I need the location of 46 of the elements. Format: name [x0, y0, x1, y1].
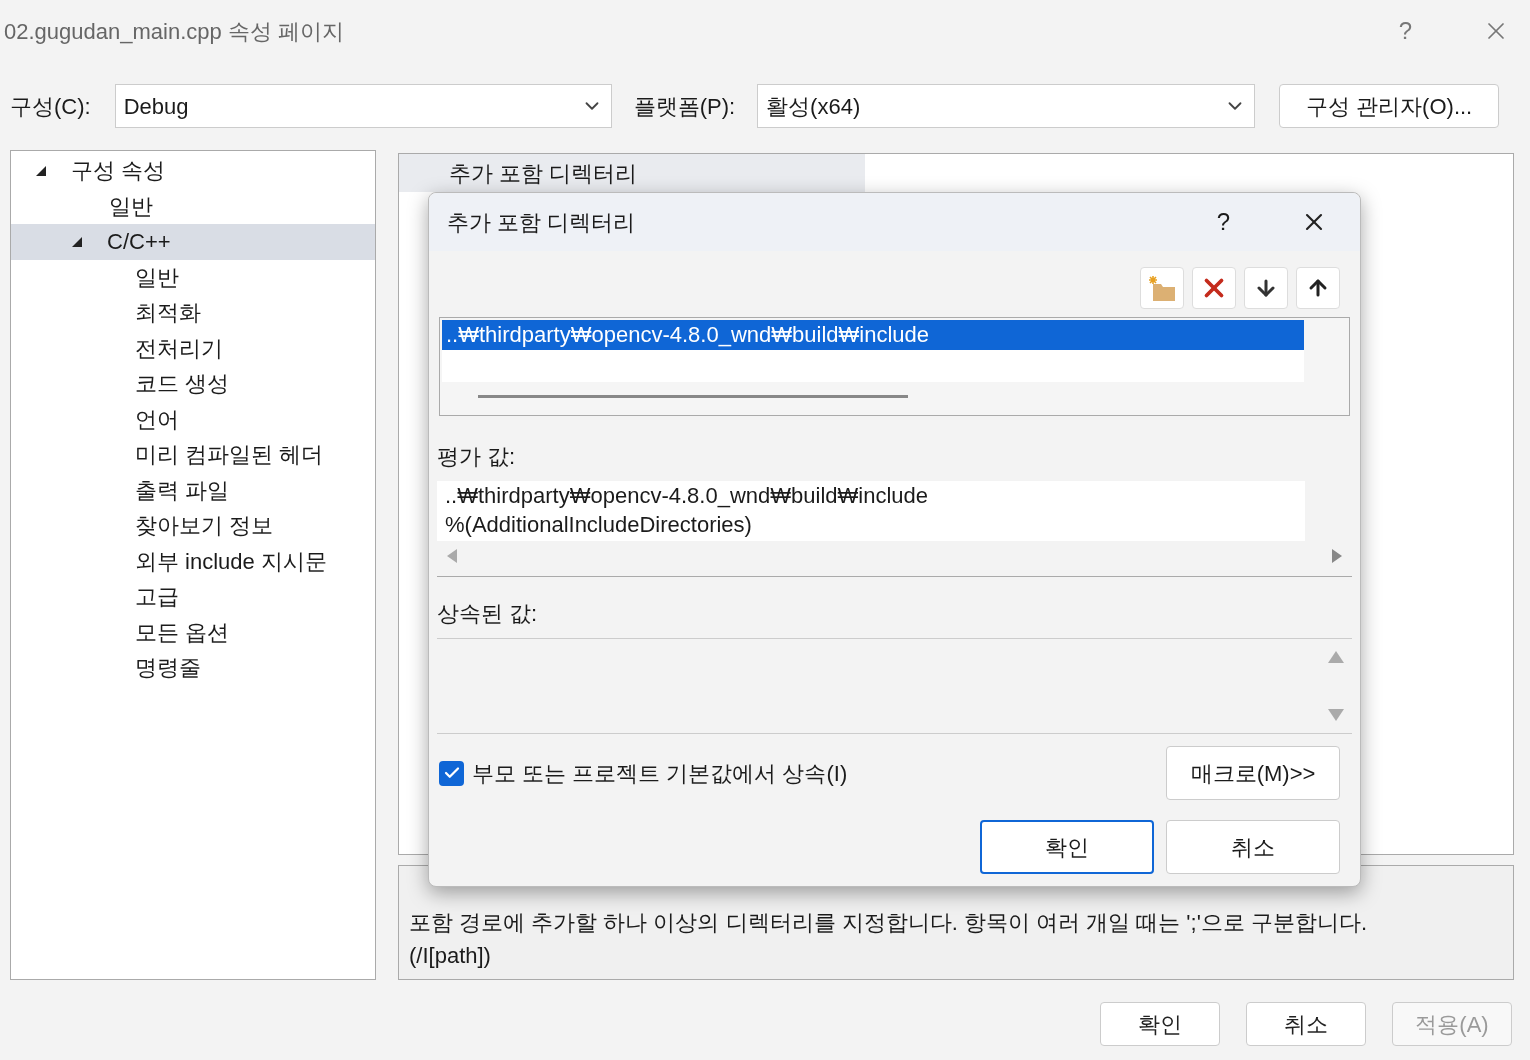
toolbar-button[interactable] [1296, 267, 1340, 309]
dialog-button[interactable]: 확인 [1100, 1002, 1220, 1046]
tree-item[interactable]: 구성 속성 [11, 153, 375, 189]
dialog-title: 추가 포함 디렉터리 [447, 208, 637, 237]
inherit-label: 부모 또는 프로젝트 기본값에서 상속(I) [472, 759, 849, 788]
inherited-label: 상속된 값: [436, 600, 539, 628]
tree-item[interactable]: 전처리기 [11, 330, 375, 366]
tree-item[interactable]: 코드 생성 [11, 366, 375, 402]
tree-item[interactable]: 출력 파일 [11, 472, 375, 508]
toolbar-button[interactable] [1244, 267, 1288, 309]
tree-item[interactable]: 찾아보기 정보 [11, 508, 375, 544]
directory-entry[interactable]: ..₩thirdparty₩opencv-4.8.0_wnd₩build₩include [442, 320, 1304, 350]
expanded-triangle-icon[interactable] [71, 235, 83, 248]
tree-item[interactable]: 미리 컴파일된 헤더 [11, 437, 375, 473]
dialog-button[interactable]: 확인 [980, 820, 1154, 874]
window-title: 02.gugudan_main.cpp 속성 페이지 [4, 17, 345, 46]
tree-item[interactable]: C/C++ [11, 224, 375, 260]
scroll-right-icon[interactable] [1332, 549, 1342, 563]
description-text: 포함 경로에 추가할 하나 이상의 디렉터리를 지정합니다. 항목이 여러 개일 때는 ';'으로 구분합니다. [409, 909, 1369, 938]
help-button[interactable]: ? [1398, 13, 1412, 49]
tree-item[interactable]: 언어 [11, 401, 375, 437]
tree-item[interactable]: 최적화 [11, 295, 375, 331]
tree-item[interactable]: 일반 [11, 188, 375, 224]
config-dropdown[interactable]: Debug [114, 84, 612, 128]
tree-item[interactable]: 외부 include 지시문 [11, 543, 375, 579]
inherit-checkbox[interactable] [439, 760, 464, 786]
dialog-button[interactable]: 취소 [1246, 1002, 1366, 1046]
evaluated-line: %(AdditionalIncludeDirectories) [445, 511, 753, 539]
evaluated-line: ..₩thirdparty₩opencv-4.8.0_wnd₩build₩include [445, 482, 929, 510]
dialog-button[interactable]: 취소 [1166, 820, 1340, 874]
tree-item[interactable]: 명령줄 [11, 650, 375, 686]
scrollbar-thumb[interactable] [478, 395, 908, 398]
help-button[interactable]: ? [1216, 204, 1230, 240]
new-folder-icon [1147, 274, 1177, 302]
platform-dropdown[interactable]: 활성(x64) [757, 84, 1256, 128]
evaluated-label: 평가 값: [436, 443, 517, 471]
property-header: 추가 포함 디렉터리 [449, 159, 638, 188]
config-label: 구성(C): [10, 92, 91, 121]
config-manager-button[interactable]: 구성 관리자(O)... [1279, 84, 1500, 128]
platform-label: 플랫폼(P): [633, 92, 736, 121]
switch-text: (/I[path]) [409, 942, 492, 971]
macros-button[interactable]: 매크로(M)>> [1166, 746, 1340, 800]
tree-item[interactable]: 고급 [11, 579, 375, 615]
tree-item[interactable]: 모든 옵션 [11, 614, 375, 650]
expanded-triangle-icon[interactable] [35, 164, 47, 177]
tree-item[interactable]: 일반 [11, 259, 375, 295]
